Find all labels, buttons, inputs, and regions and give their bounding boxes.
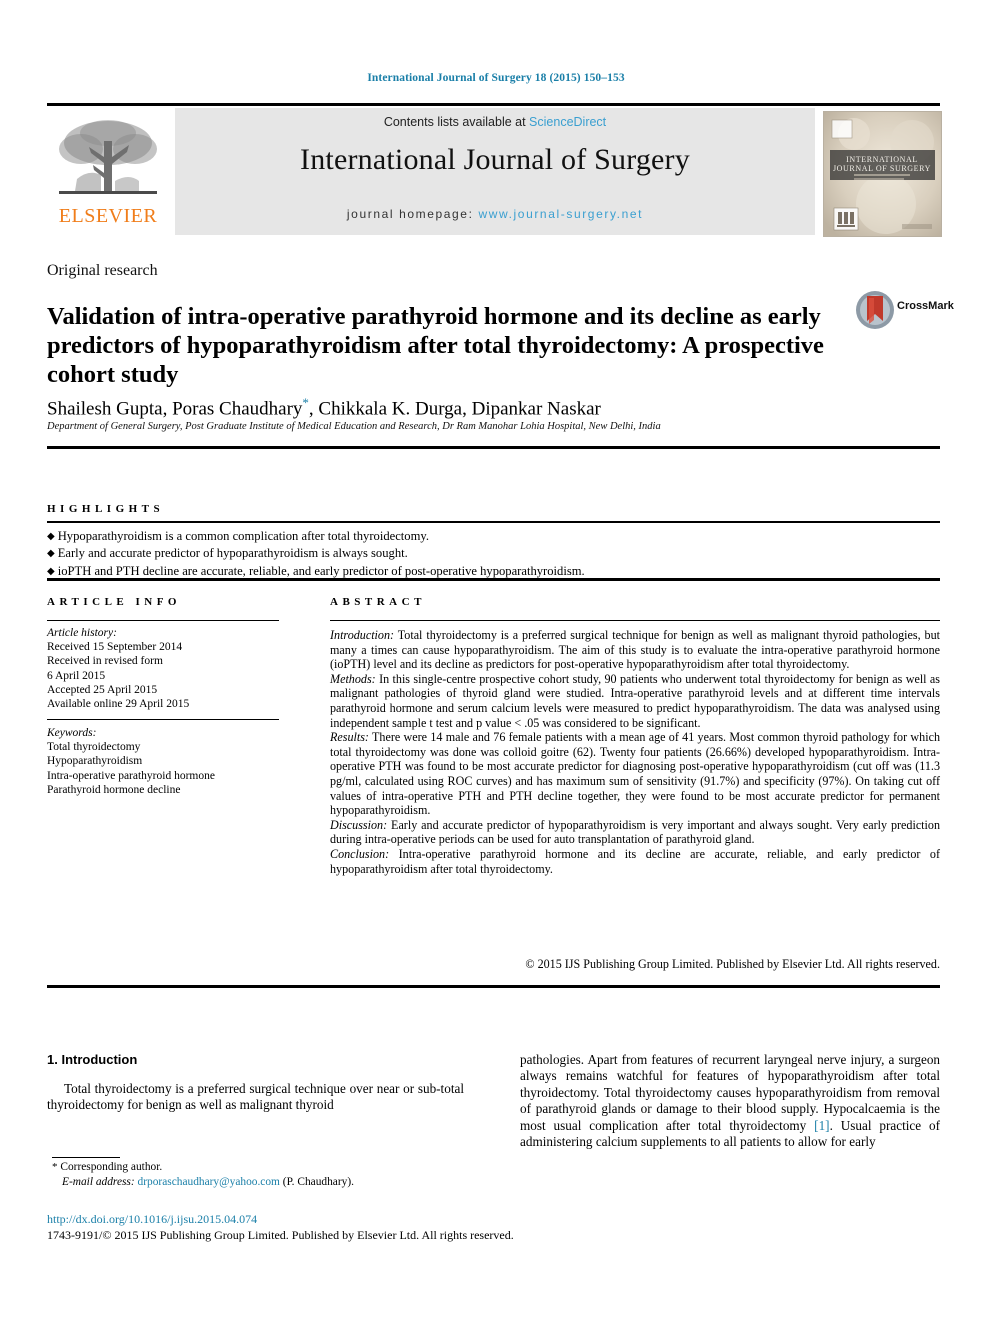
- bullet-icon: ◆: [47, 548, 55, 560]
- email-note: E-mail address: drporaschaudhary@yahoo.c…: [62, 1175, 472, 1190]
- article-first-page: International Journal of Surgery 18 (201…: [0, 0, 992, 1323]
- citation-link[interactable]: [1]: [814, 1118, 829, 1133]
- contents-line: Contents lists available at ScienceDirec…: [175, 115, 815, 129]
- email-label: E-mail address:: [62, 1175, 135, 1188]
- email-link[interactable]: drporaschaudhary@yahoo.com: [138, 1176, 280, 1188]
- body-paragraph: Total thyroidectomy is a preferred surgi…: [47, 1081, 464, 1113]
- body-column-right: pathologies. Apart from features of recu…: [520, 1052, 940, 1150]
- abstract-copyright: © 2015 IJS Publishing Group Limited. Pub…: [525, 957, 940, 971]
- journal-title: International Journal of Surgery: [300, 143, 690, 176]
- keyword-item: Parathyroid hormone decline: [47, 783, 181, 796]
- authors-secondary: , Chikkala K. Durga, Dipankar Naskar: [308, 398, 601, 420]
- svg-text:JOURNAL OF SURGERY: JOURNAL OF SURGERY: [833, 164, 931, 173]
- history-item: Available online 29 April 2015: [47, 698, 190, 711]
- abstract-section: Methods: In this single-centre prospecti…: [330, 672, 940, 730]
- article-info-heading: ARTICLE INFO: [47, 596, 181, 608]
- journal-cover-thumbnail: INTERNATIONAL JOURNAL OF SURGERY: [823, 111, 942, 237]
- abstract-section: Discussion: Early and accurate predictor…: [330, 818, 940, 847]
- crossmark-icon: [856, 291, 894, 329]
- abstract-section-text: Total thyroidectomy is a preferred surgi…: [330, 628, 940, 672]
- authors-primary: Shailesh Gupta, Poras Chaudhary: [47, 398, 303, 420]
- list-item: ◆ Hypoparathyroidism is a common complica…: [47, 528, 927, 545]
- highlight-text: Hypoparathyroidism is a common complicat…: [57, 529, 430, 543]
- homepage-label: journal homepage:: [346, 207, 479, 221]
- page-title: Validation of intra-operative parathyroi…: [47, 303, 824, 389]
- history-item: Received in revised form: [47, 655, 163, 668]
- history-item: 6 April 2015: [47, 669, 106, 682]
- abstract-section-label: Discussion:: [330, 817, 388, 832]
- footnote-block: * Corresponding author. E-mail address: …: [52, 1160, 472, 1189]
- body-paragraph: pathologies. Apart from features of recu…: [520, 1052, 940, 1150]
- abstract-section-text: There were 14 male and 76 female patient…: [330, 730, 940, 818]
- keywords-rule: [47, 719, 279, 721]
- footnote-rule: [52, 1157, 120, 1158]
- highlights-top-rule: [47, 446, 940, 449]
- abstract-section-label: Introduction:: [330, 628, 395, 642]
- abstract-section-text: Intra-operative parathyroid hormone and …: [330, 846, 940, 876]
- abstract-body: Introduction: Total thyroidectomy is a p…: [330, 628, 940, 876]
- abstract-section: Introduction: Total thyroidectomy is a p…: [330, 628, 940, 672]
- keywords-block: Keywords: Total thyroidectomy Hypoparath…: [47, 726, 297, 797]
- list-item: ◆ Early and accurate predictor of hypopar…: [47, 545, 927, 562]
- highlights-mid-rule: [47, 521, 940, 523]
- homepage-url-link[interactable]: www.journal-surgery.net: [478, 207, 643, 221]
- section-heading-introduction: 1. Introduction: [47, 1052, 138, 1067]
- abstract-section-text: Early and accurate predictor of hypopara…: [330, 817, 940, 847]
- issn-copyright-line: 1743-9191/© 2015 IJS Publishing Group Li…: [47, 1228, 514, 1242]
- highlights-heading: HIGHLIGHTS: [47, 503, 165, 515]
- crossmark-label: CrossMark: [897, 300, 954, 312]
- keyword-item: Total thyroidectomy: [47, 741, 141, 754]
- masthead-top-rule: [47, 103, 940, 106]
- highlight-text: ioPTH and PTH decline are accurate, reli…: [57, 563, 585, 578]
- abstract-rule: [330, 620, 940, 622]
- highlight-text: Early and accurate predictor of hypopara…: [57, 546, 408, 561]
- abstract-heading: ABSTRACT: [330, 596, 426, 608]
- article-info-rule: [47, 620, 279, 622]
- bullet-icon: ◆: [47, 530, 55, 542]
- history-item: Received 15 September 2014: [47, 641, 183, 654]
- contents-prefix: Contents lists available at: [383, 115, 530, 129]
- keyword-item: Hypoparathyroidism: [47, 755, 143, 768]
- cover-artwork: INTERNATIONAL JOURNAL OF SURGERY: [824, 112, 941, 236]
- keywords-label: Keywords:: [47, 727, 97, 739]
- journal-homepage-line: journal homepage: www.journal-surgery.ne…: [175, 207, 815, 221]
- article-type: Original research: [47, 262, 158, 279]
- article-history-label: Article history:: [47, 627, 117, 639]
- highlights-list: ◆ Hypoparathyroidism is a common complica…: [47, 528, 927, 580]
- elsevier-logo: ELSEVIER: [47, 111, 169, 235]
- history-item: Accepted 25 April 2015: [47, 683, 158, 696]
- affiliation: Department of General Surgery, Post Grad…: [47, 421, 661, 432]
- asterisk-icon: *: [52, 1161, 58, 1173]
- elsevier-wordmark: ELSEVIER: [58, 205, 158, 227]
- abstract-section-label: Conclusion:: [330, 846, 390, 861]
- doi-link[interactable]: http://dx.doi.org/10.1016/j.ijsu.2015.04…: [47, 1212, 257, 1227]
- running-head: International Journal of Surgery 18 (201…: [367, 72, 625, 84]
- abstract-section-label: Results:: [330, 730, 369, 745]
- author-list: Shailesh Gupta, Poras Chaudhary*, Chikka…: [47, 395, 847, 420]
- body-column-left: 1. Introduction Total thyroidectomy is a…: [47, 1052, 464, 1114]
- bullet-icon: ◆: [47, 565, 55, 577]
- corresponding-author-text: Corresponding author.: [60, 1161, 163, 1173]
- sciencedirect-link[interactable]: ScienceDirect: [529, 115, 606, 129]
- elsevier-tree-icon: [55, 117, 161, 201]
- abstract-section-bottom-rule: [47, 985, 940, 988]
- email-owner: (P. Chaudhary).: [282, 1175, 354, 1188]
- crossmark-badge[interactable]: CrossMark: [855, 290, 954, 330]
- journal-masthead: ELSEVIER Contents lists available at Sci…: [47, 103, 942, 238]
- abstract-section: Conclusion: Intra-operative parathyroid …: [330, 847, 940, 876]
- abstract-section-text: In this single-centre prospective cohort…: [330, 671, 940, 730]
- article-history: Article history: Received 15 September 2…: [47, 626, 297, 711]
- abstract-section-label: Methods:: [330, 671, 376, 686]
- abstract-section: Results: There were 14 male and 76 femal…: [330, 730, 940, 818]
- keyword-item: Intra-operative parathyroid hormone: [47, 769, 215, 782]
- corresponding-author-note: * Corresponding author.: [52, 1160, 472, 1175]
- svg-text:INTERNATIONAL: INTERNATIONAL: [846, 155, 918, 164]
- abstract-section-top-rule: [47, 578, 940, 581]
